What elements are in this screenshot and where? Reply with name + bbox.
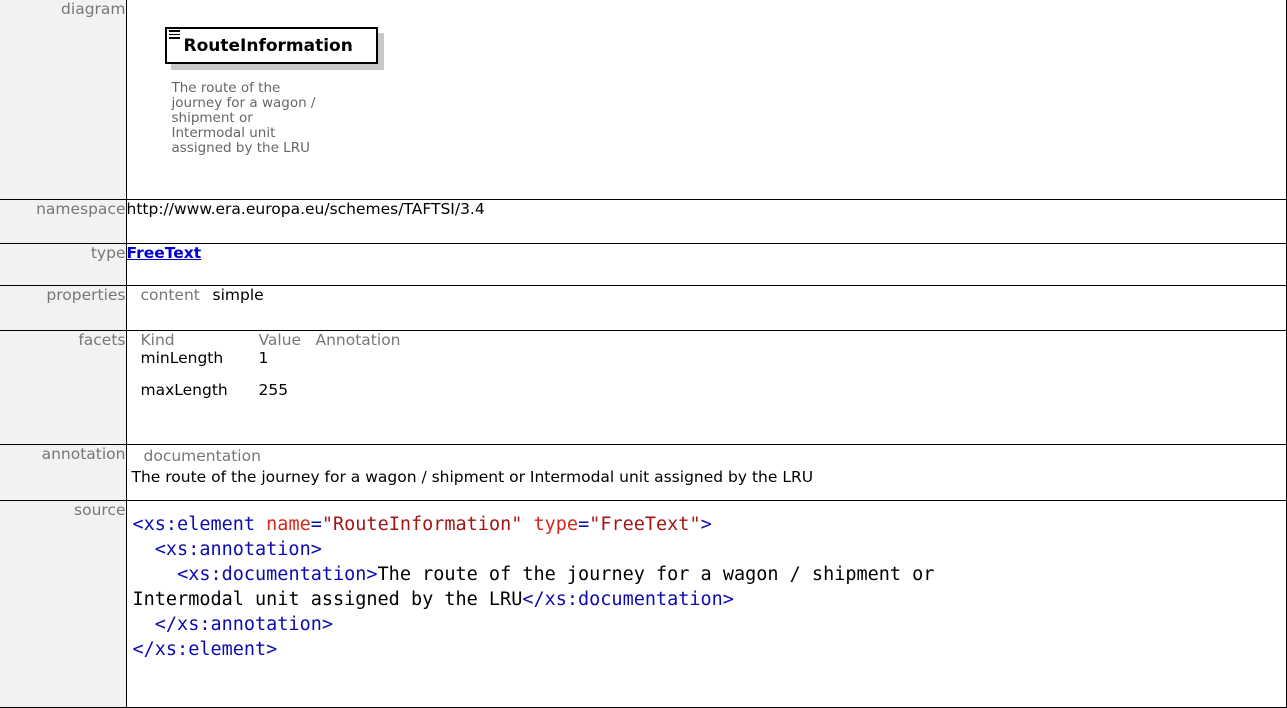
namespace-value: http://www.era.europa.eu/schemes/TAFTSI/… [125,199,1287,244]
properties-cell: content simple [125,285,1287,331]
schema-documentation-table: diagram RouteInformation The route of th… [0,0,1287,708]
type-link[interactable]: FreeText [127,244,202,262]
facet-annotation [316,381,401,409]
type-cell: FreeText [125,242,1287,287]
properties-label: properties [0,285,127,331]
facet-kind: maxLength [140,380,228,399]
namespace-row: namespace http://www.era.europa.eu/schem… [0,199,1287,244]
element-node-description: The route of the journey for a wagon / s… [171,80,316,156]
namespace-label: namespace [0,199,127,244]
facet-kind: minLength [140,348,224,367]
facet-row: maxLength 255 [126,381,401,409]
annotation-cell: documentation The route of the journey f… [125,444,1287,502]
properties-row: properties content simple [0,285,1287,331]
facets-row: facets Kind Value Annotation minLength 1… [0,329,1287,446]
facet-row: minLength 1 [126,349,401,381]
facets-header-annotation: Annotation [315,330,401,349]
element-node-title: RouteInformation [183,36,353,56]
source-code: <xs:element name="RouteInformation" type… [132,514,935,661]
facet-value: 1 [258,348,269,367]
facets-header-row: Kind Value Annotation [126,331,401,349]
properties-table: content simple [126,286,264,304]
diagram-row: diagram RouteInformation The route of th… [0,0,1287,201]
diagram-label: diagram [0,0,127,201]
diagram: RouteInformation The route of the journe… [127,0,1287,160]
annotation-label: annotation [0,444,127,502]
annotation-row: annotation documentation The route of th… [0,444,1287,502]
facets-cell: Kind Value Annotation minLength 1 maxLen… [125,329,1287,446]
facet-annotation [316,349,401,381]
type-row: type FreeText [0,242,1287,287]
documentation-text: The route of the journey for a wagon / s… [131,468,814,487]
type-label: type [0,242,127,287]
property-key: content [140,286,200,305]
facets-label: facets [0,329,127,446]
source-cell: <xs:element name="RouteInformation" type… [125,500,1287,708]
property-value: simple [212,286,264,305]
documentation-heading: documentation [143,447,261,466]
element-list-icon [168,30,180,39]
source-row: source <xs:element name="RouteInformatio… [0,500,1287,708]
source-label: source [0,500,127,708]
element-node[interactable]: RouteInformation [164,27,378,64]
facets-table: Kind Value Annotation minLength 1 maxLen… [126,331,401,409]
facets-header-kind: Kind [140,330,175,349]
facets-header-value: Value [258,330,302,349]
facet-value: 255 [258,380,289,399]
diagram-cell: RouteInformation The route of the journe… [125,0,1287,201]
